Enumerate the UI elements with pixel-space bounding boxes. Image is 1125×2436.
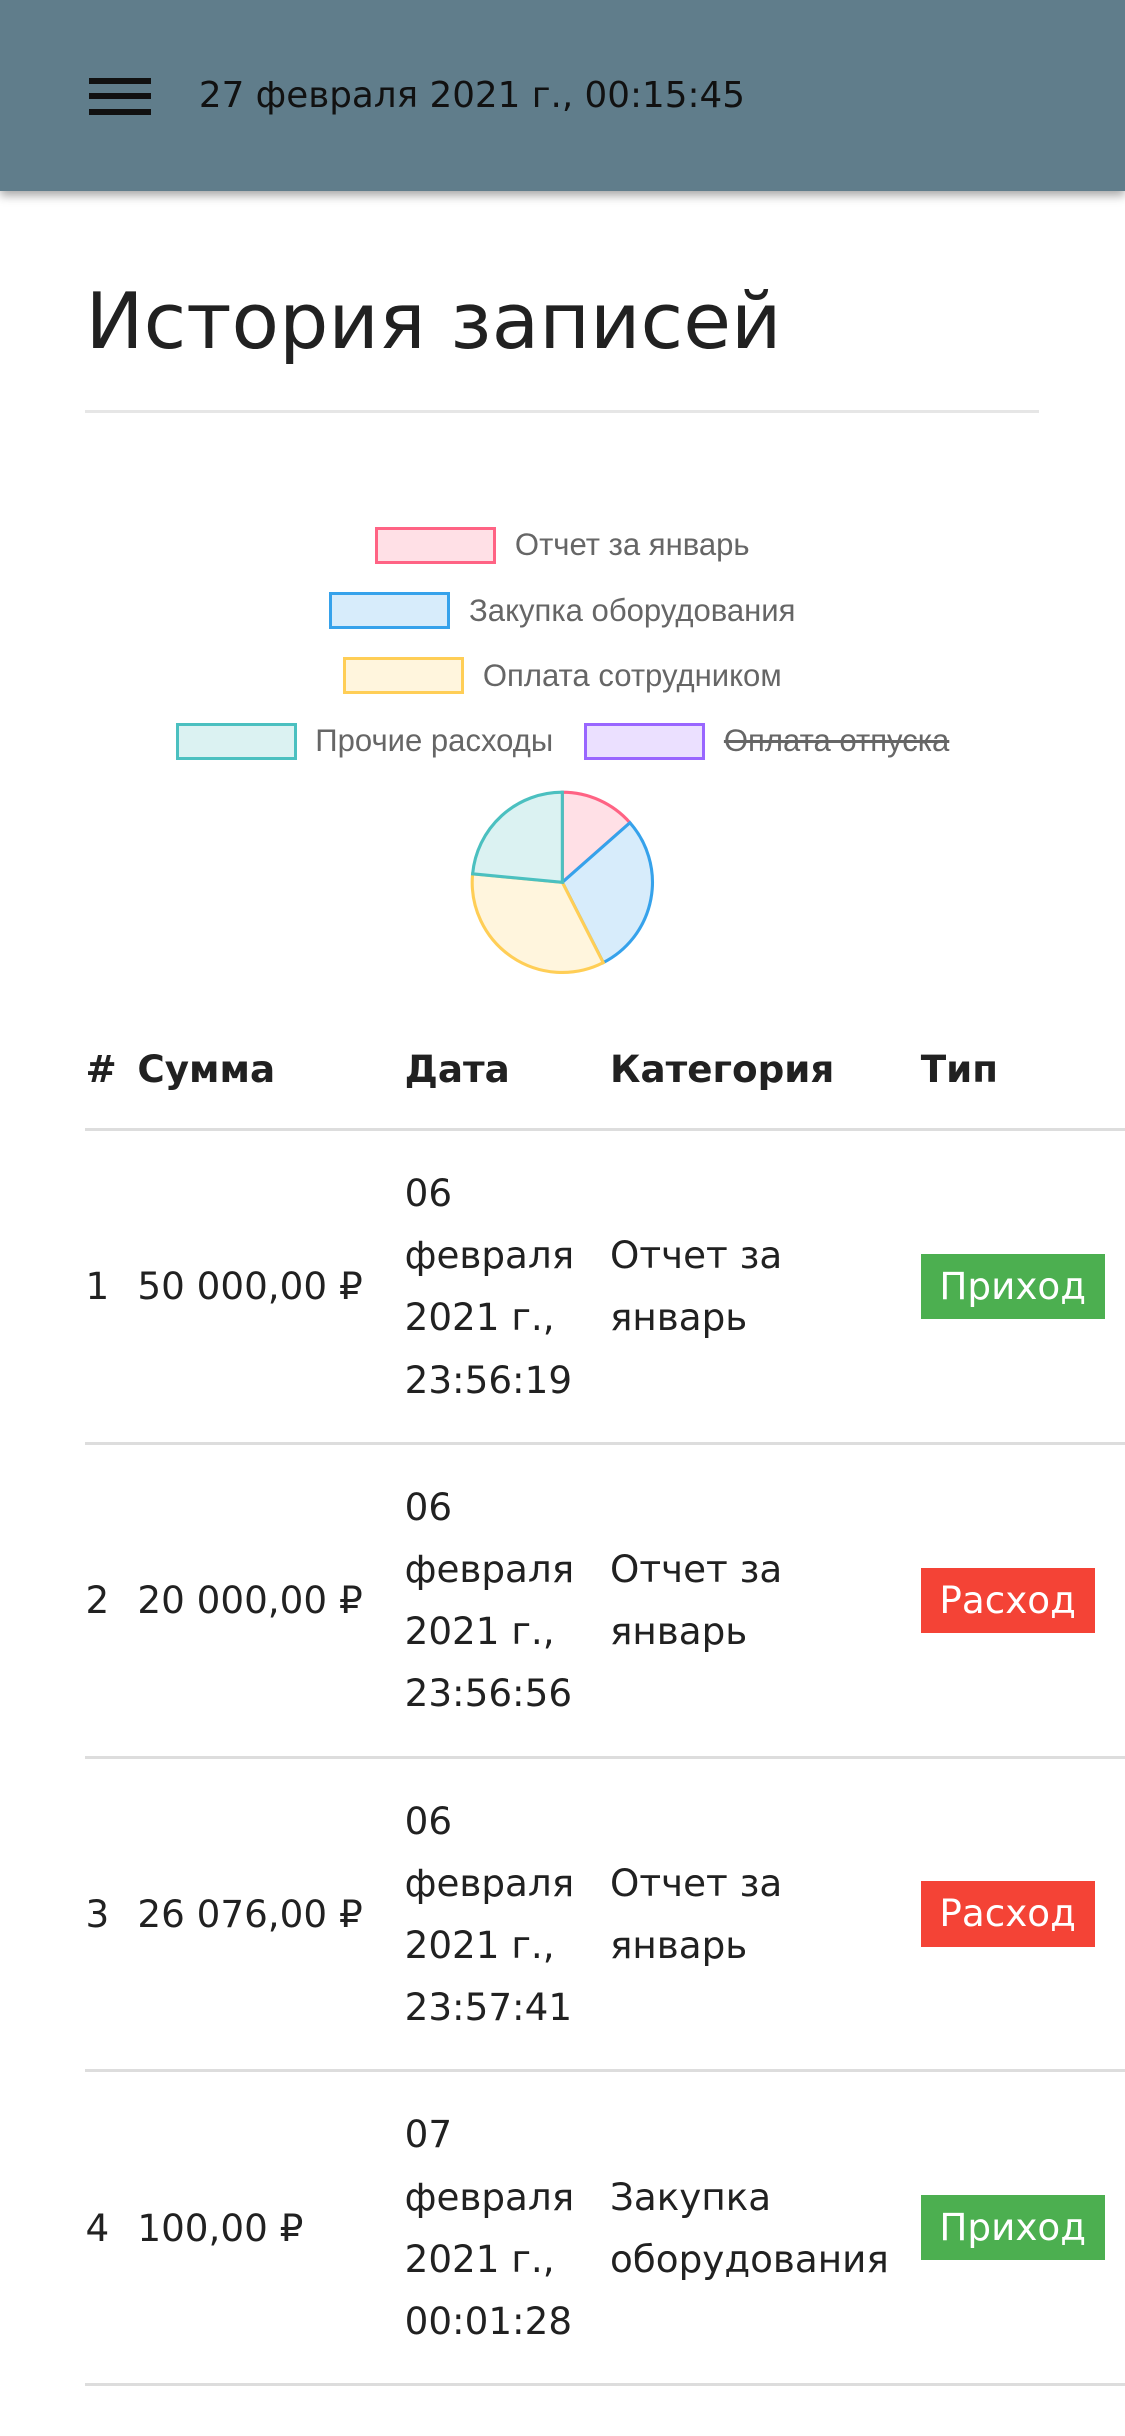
row-type: Расход bbox=[920, 1443, 1125, 1759]
legend-item[interactable]: Закупка оборудования bbox=[329, 592, 796, 630]
row-number: 4 bbox=[85, 2070, 138, 2387]
column-header: Категория bbox=[610, 1009, 921, 1132]
column-header: # bbox=[85, 1009, 138, 1132]
legend-swatch bbox=[175, 722, 297, 760]
row-type: Расход bbox=[920, 1757, 1125, 2073]
date-line: 2021 г., bbox=[404, 1295, 555, 1340]
legend-label: Отчет за январь bbox=[514, 527, 750, 563]
row-category: Отчет за январь bbox=[610, 1129, 921, 1445]
legend-label: Закупка оборудования bbox=[469, 592, 796, 628]
pie-chart bbox=[470, 790, 655, 975]
row-category: Отчет за январь bbox=[610, 1443, 921, 1759]
type-badge: Приход bbox=[920, 2195, 1105, 2261]
row-date: 07 февраля 2021 г., 00:01:28 bbox=[404, 2070, 610, 2387]
date-line: 07 bbox=[404, 2112, 453, 2157]
records-table: # Сумма Дата Категория Тип 1 50 000,00 ₽ 06 ф… bbox=[85, 1009, 1125, 2387]
row-category: Отчет за январь bbox=[610, 1757, 921, 2073]
table-row[interactable]: 4 100,00 ₽ 07 февраля 2021 г., 00:01:28 Зак… bbox=[85, 2070, 1125, 2387]
pie-slice[interactable] bbox=[471, 790, 565, 885]
row-type: Приход bbox=[920, 1129, 1125, 1445]
date-line: 2021 г., bbox=[404, 1609, 555, 1654]
date-line: 23:56:19 bbox=[404, 1357, 573, 1402]
legend-item[interactable]: Прочие расходы bbox=[175, 722, 554, 760]
legend-swatch bbox=[584, 722, 706, 760]
column-header: Сумма bbox=[137, 1009, 405, 1132]
date-line: февраля bbox=[404, 1860, 575, 1905]
type-badge: Расход bbox=[920, 1881, 1095, 1947]
row-category: Закупка оборудования bbox=[610, 2070, 921, 2387]
date-line: февраля bbox=[404, 1233, 575, 1278]
header-datetime: 27 февраля 2021 г., 00:15:45 bbox=[198, 74, 745, 116]
divider bbox=[85, 410, 1040, 414]
legend-swatch bbox=[343, 657, 465, 695]
row-sum: 26 076,00 ₽ bbox=[137, 1757, 405, 2073]
date-line: 23:57:41 bbox=[404, 1985, 573, 2030]
date-line: 06 bbox=[404, 1798, 453, 1843]
date-line: 00:01:28 bbox=[404, 2298, 573, 2343]
date-line: февраля bbox=[404, 1547, 575, 1592]
row-date: 06 февраля 2021 г., 23:57:41 bbox=[404, 1757, 610, 2073]
type-badge: Приход bbox=[920, 1253, 1105, 1320]
row-number: 1 bbox=[85, 1129, 138, 1445]
row-sum: 50 000,00 ₽ bbox=[137, 1129, 405, 1445]
page-title: История записей bbox=[85, 276, 782, 367]
row-date: 06 февраля 2021 г., 23:56:56 bbox=[404, 1443, 610, 1759]
date-line: февраля bbox=[404, 2174, 575, 2219]
date-line: 23:56:56 bbox=[404, 1671, 573, 1716]
date-line: 2021 г., bbox=[404, 2236, 555, 2281]
date-line: 06 bbox=[404, 1171, 453, 1216]
legend-swatch bbox=[329, 592, 451, 630]
column-header: Тип bbox=[920, 1009, 1125, 1132]
row-number: 3 bbox=[85, 1757, 138, 2073]
date-line: 06 bbox=[404, 1484, 453, 1529]
chart-legend: Отчет за январь Закупка оборудования Оплат… bbox=[0, 513, 1125, 774]
row-type: Приход bbox=[920, 2070, 1125, 2387]
row-number: 2 bbox=[85, 1443, 138, 1759]
hamburger-icon[interactable] bbox=[88, 77, 151, 118]
row-date: 06 февраля 2021 г., 23:56:19 bbox=[404, 1129, 610, 1445]
legend-label: Оплата сотрудником bbox=[482, 657, 782, 693]
table-row[interactable]: 3 26 076,00 ₽ 06 февраля 2021 г., 23:57:41 … bbox=[85, 1757, 1125, 2073]
row-sum: 20 000,00 ₽ bbox=[137, 1443, 405, 1759]
legend-label: Оплата отпуска bbox=[723, 723, 950, 759]
column-header: Дата bbox=[404, 1009, 610, 1132]
legend-label: Прочие расходы bbox=[315, 723, 554, 759]
type-badge: Расход bbox=[920, 1567, 1095, 1633]
table-row[interactable]: 2 20 000,00 ₽ 06 февраля 2021 г., 23:56:56 … bbox=[85, 1443, 1125, 1759]
legend-item[interactable]: Оплата отпуска bbox=[584, 722, 950, 760]
legend-swatch bbox=[375, 526, 497, 564]
row-sum: 100,00 ₽ bbox=[137, 2070, 405, 2387]
table-row[interactable]: 1 50 000,00 ₽ 06 февраля 2021 г., 23:56:19 … bbox=[85, 1129, 1125, 1445]
app-header: 27 февраля 2021 г., 00:15:45 bbox=[0, 0, 1125, 192]
table-header-row: # Сумма Дата Категория Тип bbox=[85, 1009, 1125, 1132]
legend-item[interactable]: Отчет за январь bbox=[375, 526, 750, 564]
date-line: 2021 г., bbox=[404, 1922, 555, 1967]
legend-item[interactable]: Оплата сотрудником bbox=[343, 657, 782, 695]
